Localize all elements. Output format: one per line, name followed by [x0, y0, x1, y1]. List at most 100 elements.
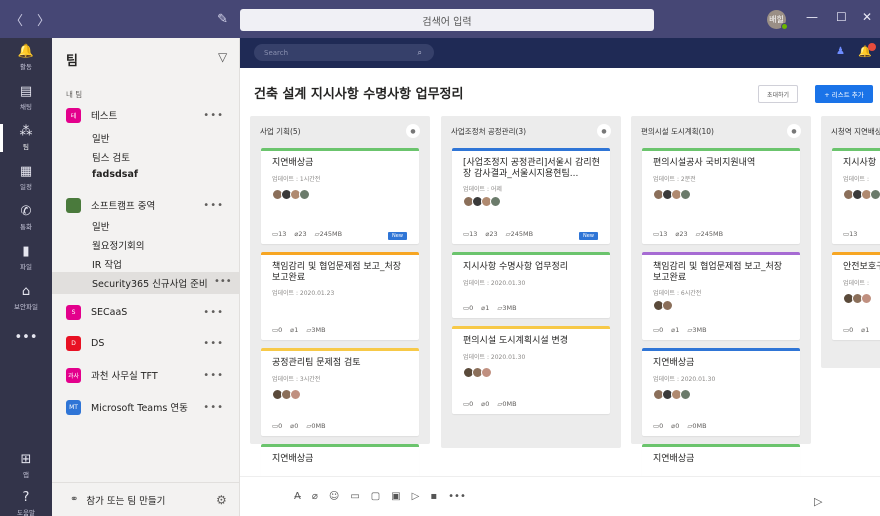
link-count: ⌀1 [290, 326, 299, 334]
card-members [272, 389, 301, 400]
team-item[interactable]: 과사 과천 사무실 TFT ••• [66, 365, 236, 385]
notification-badge [867, 43, 876, 51]
meet-icon[interactable]: ▣ [391, 491, 400, 502]
channel-item[interactable]: 일반 [92, 131, 109, 145]
task-card[interactable]: 편의시설공사 국비지원내역 업데이트 : 2분전 ▭13 ⌀23 ▱245MB [642, 148, 800, 244]
rail-chat[interactable]: ▤ 채팅 [0, 78, 52, 118]
team-item[interactable]: D DS ••• [66, 333, 236, 353]
channel-item[interactable]: Security365 신규사업 준비 [92, 276, 208, 290]
more-icon[interactable]: ••• [448, 491, 466, 502]
task-card[interactable]: 지시사항 업데이트 : ▭13 [832, 148, 880, 244]
member-avatar[interactable] [290, 389, 301, 400]
join-team-icon[interactable]: ⚭ [70, 494, 78, 505]
file-value: 3MB [502, 304, 517, 312]
task-card[interactable]: 안전보호구업데이트 : ▭0 ⌀1 [832, 252, 880, 340]
file-value: 3MB [311, 326, 326, 334]
task-card[interactable]: 책임감리 및 협업문제점 보고_처장 보고완료 업데이트 : 2020.01.23… [261, 252, 419, 340]
member-avatar[interactable] [680, 389, 691, 400]
add-card-icon[interactable]: ● [406, 124, 420, 138]
more-icon[interactable]: ••• [203, 110, 224, 121]
task-card[interactable]: 공정관리팀 문제점 검토 업데이트 : 3시간전 ▭0 ⌀0 ▱0MB [261, 348, 419, 436]
pencil-square-icon[interactable]: ✎ [217, 12, 228, 27]
member-avatar[interactable] [481, 367, 492, 378]
user-avatar[interactable]: 배힐 [767, 10, 788, 30]
more-icon[interactable]: ••• [203, 200, 224, 211]
search-icon[interactable]: ⌕ [418, 48, 422, 58]
join-team-label[interactable]: 참가 또는 팀 만들기 [86, 493, 165, 507]
more-icon[interactable]: ••• [214, 276, 232, 287]
task-card[interactable]: 지시사항 수명사항 업무정리 업데이트 : 2020.01.30 ▭0 ⌀1 ▱3MB [452, 252, 610, 318]
file-value: 0MB [692, 422, 707, 430]
rail-phone[interactable]: ✆ 통화 [0, 198, 52, 238]
channel-item[interactable]: 일반 [92, 219, 109, 233]
app-icon[interactable]: ▪ [430, 491, 437, 502]
gear-icon[interactable]: ⚙ [216, 493, 227, 507]
rail-calendar[interactable]: ▦ 일정 [0, 158, 52, 198]
rail-lock[interactable]: ⌂ 보안파일 [0, 278, 52, 318]
file-value: 245MB [319, 230, 343, 238]
notification-bell-icon[interactable]: 🔔 [858, 43, 876, 58]
channel-item[interactable]: fadsdsaf [92, 169, 138, 180]
member-avatar[interactable] [870, 189, 880, 200]
add-list-button[interactable]: + 리스트 추가 [815, 85, 873, 103]
task-card[interactable]: 지연배상금 업데이트 : 1시간전 ▭13 ⌀23 ▱245MB New [261, 148, 419, 244]
card-title: 지연배상금 [272, 454, 314, 464]
file-size: ▱245MB [505, 230, 534, 238]
task-card[interactable]: 지연배상금 업데이트 : 2020.01.30 ▭0 ⌀0 ▱0MB [642, 348, 800, 436]
member-avatar[interactable] [680, 189, 691, 200]
gif-icon[interactable]: ▭ [350, 491, 359, 502]
rail-teams[interactable]: ⁂ 팀 [0, 118, 52, 158]
filter-icon[interactable]: ▽ [218, 50, 227, 64]
more-icon[interactable]: ••• [203, 370, 224, 381]
member-avatar[interactable] [490, 196, 501, 207]
forward-icon[interactable]: 〉 [37, 10, 50, 29]
stream-icon[interactable]: ▷ [412, 491, 420, 502]
invite-button[interactable]: 초대하기 [758, 85, 798, 103]
person-icon[interactable]: ♟ [836, 46, 845, 57]
comment-value: 0 [659, 326, 664, 334]
attach-icon[interactable]: ⌀ [312, 491, 318, 502]
member-avatar[interactable] [299, 189, 310, 200]
team-item[interactable]: MT Microsoft Teams 연동 ••• [66, 397, 236, 417]
minimize-icon[interactable]: — [806, 10, 818, 24]
format-icon[interactable]: A̶ [294, 491, 301, 502]
rail-more[interactable]: ••• [0, 318, 52, 358]
more-icon[interactable]: ••• [203, 307, 224, 318]
file-value: 245MB [700, 230, 724, 238]
team-name: 소프트캠프 중역 [91, 201, 156, 212]
maximize-icon[interactable]: ☐ [836, 10, 847, 24]
rail-help[interactable]: ? 도움말 [0, 484, 52, 516]
task-card[interactable]: 편의시설 도시계획시설 변경 업데이트 : 2020.01.30 ▭0 ⌀0 ▱0MB [452, 326, 610, 414]
board-search-input[interactable]: Search ⌕ [254, 44, 434, 61]
card-updated: 업데이트 : [843, 176, 870, 183]
card-meta: ▭0 ⌀1 ▱3MB [653, 326, 707, 334]
rail-bell[interactable]: 🔔 활동 [0, 38, 52, 78]
team-item[interactable]: 소프트캠프 중역 ••• [66, 195, 236, 215]
card-meta: ▭13 ⌀23 ▱245MB [272, 230, 342, 238]
card-title: 안전보호구 [843, 262, 880, 272]
task-card[interactable]: [사업조정지 공정관리]서울시 감리현장 감사결과_서울시지용현팀... 업데이트… [452, 148, 610, 244]
channel-item[interactable]: 월요정기회의 [92, 238, 144, 252]
more-icon[interactable]: ••• [203, 338, 224, 349]
rail-apps[interactable]: ⊞ 앱 [0, 446, 52, 486]
rail-file[interactable]: ▮ 파일 [0, 238, 52, 278]
close-icon[interactable]: ✕ [862, 10, 872, 24]
panel-footer: ⚭ 참가 또는 팀 만들기 ⚙ [52, 482, 240, 516]
channel-item[interactable]: IR 작업 [92, 257, 122, 271]
emoji-icon[interactable]: ☺ [329, 491, 339, 502]
card-meta: ▭13 ⌀23 ▱245MB [463, 230, 533, 238]
team-item[interactable]: 테 테스트 ••• [66, 105, 236, 125]
back-icon[interactable]: 〈 [10, 10, 23, 29]
sticker-icon[interactable]: ▢ [371, 491, 380, 502]
global-search-input[interactable]: 검색어 입력 [240, 9, 654, 31]
send-icon[interactable]: ▷ [814, 495, 822, 508]
channel-item[interactable]: 팀스 검토 [92, 150, 130, 164]
add-card-icon[interactable]: ● [787, 124, 801, 138]
app-rail: 🔔 활동 ▤ 채팅 ⁂ 팀 ▦ 일정 ✆ 통화 ▮ 파일 ⌂ 보안파일 ••• ⊞ 앱? 도움말 [0, 38, 52, 516]
add-card-icon[interactable]: ● [597, 124, 611, 138]
member-avatar[interactable] [861, 293, 872, 304]
task-card[interactable]: 책임감리 및 협업문제점 보고_처장 보고완료 업데이트 : 6시간전 ▭0 ⌀1 ▱3… [642, 252, 800, 340]
team-item[interactable]: S SECaaS ••• [66, 302, 236, 322]
more-icon[interactable]: ••• [203, 402, 224, 413]
member-avatar[interactable] [662, 300, 673, 311]
